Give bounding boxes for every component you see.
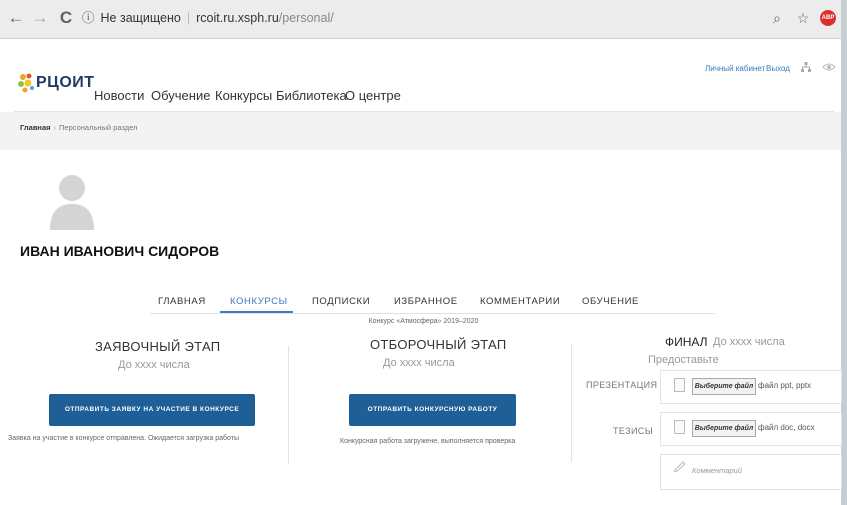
nav-about[interactable]: О центре [345,88,401,103]
adblock-extension-icon[interactable]: ABP [820,10,836,26]
submit-application-button[interactable]: ОТПРАВИТЬ ЗАЯВКУ НА УЧАСТИЕ В КОНКУРСЕ [49,394,255,426]
application-status: Заявка на участие в конкурсе отправлена.… [8,435,239,442]
theses-choose-file-button[interactable]: Выберите файл [692,420,756,437]
selection-stage-deadline: До хххх числа [383,357,455,369]
theses-label: ТЕЗИСЫ [613,426,654,436]
selection-stage-title: ОТБОРОЧНЫЙ ЭТАП [370,337,507,352]
tab-favorites[interactable]: ИЗБРАННОЕ [394,296,458,307]
column-divider [288,346,289,464]
reload-icon[interactable]: C [56,8,76,28]
tab-subscriptions[interactable]: ПОДПИСКИ [312,296,370,307]
application-stage-title: ЗАЯВОЧНЫЙ ЭТАП [95,339,221,354]
presentation-label: ПРЕЗЕНТАЦИЯ [586,380,658,390]
security-label: Не защищено [100,11,181,25]
theses-file-hint: файл doc, docx [758,423,815,432]
breadcrumb-home[interactable]: Главная [20,123,51,132]
nav-news[interactable]: Новости [94,88,144,103]
file-icon [674,378,685,392]
tab-education[interactable]: ОБУЧЕНИЕ [582,296,639,307]
final-provide-label: Предоставьте [648,354,719,366]
back-icon[interactable]: ← [6,8,26,28]
breadcrumb-current: Персональный раздел [59,123,138,132]
final-stage-title: ФИНАЛ [665,335,708,349]
info-icon[interactable]: ⓘ [82,11,95,25]
comment-placeholder: Комментарий [692,466,743,475]
tab-contests[interactable]: КОНКУРСЫ [230,296,288,307]
site-logo-text[interactable]: РЦОИТ [36,74,95,92]
cabinet-link[interactable]: Личный кабинет [705,64,765,73]
sitemap-icon[interactable] [800,61,812,73]
address-bar[interactable]: ⓘ Не защищено | rcoit.ru.xsph.ru/personal/ [82,6,627,30]
contest-label: Конкурс «Атмосфера» 2019–2020 [368,318,479,325]
address-separator: | [186,11,191,25]
forward-icon[interactable]: → [30,8,50,28]
selection-status: Конкурсная работа загружене, выполняется… [340,438,516,445]
comment-field[interactable] [660,454,842,490]
url-path: /personal/ [278,11,334,25]
tab-main[interactable]: ГЛАВНАЯ [158,296,206,307]
avatar [50,175,94,230]
nav-library[interactable]: Библиотека [276,88,347,103]
zoom-icon[interactable]: ⌕ [768,9,786,27]
tab-comments[interactable]: КОММЕНТАРИИ [480,296,560,307]
bookmark-star-icon[interactable]: ☆ [794,9,812,27]
breadcrumb: Главная › Персональный раздел [20,123,137,132]
pencil-icon [673,461,686,472]
column-divider [571,344,572,462]
presentation-file-hint: файл ppt, pptx [758,381,812,390]
nav-contests[interactable]: Конкурсы [215,88,272,103]
visually-impaired-eye-icon[interactable] [822,62,836,72]
nav-education[interactable]: Обучение [151,88,210,103]
application-stage-deadline: До хххх числа [118,359,190,371]
breadcrumb-separator: › [53,123,57,132]
final-stage-deadline: До хххх числа [713,336,785,348]
tabs-divider [150,313,715,314]
logout-link[interactable]: Выход [766,64,790,73]
presentation-choose-file-button[interactable]: Выберите файл [692,378,756,395]
url-host: rcoit.ru.xsph.ru [196,11,279,25]
submit-work-button[interactable]: ОТПРАВИТЬ КОНКУРСНУЮ РАБОТУ [349,394,516,426]
profile-name: ИВАН ИВАНОВИЧ СИДОРОВ [20,243,220,259]
file-icon [674,420,685,434]
